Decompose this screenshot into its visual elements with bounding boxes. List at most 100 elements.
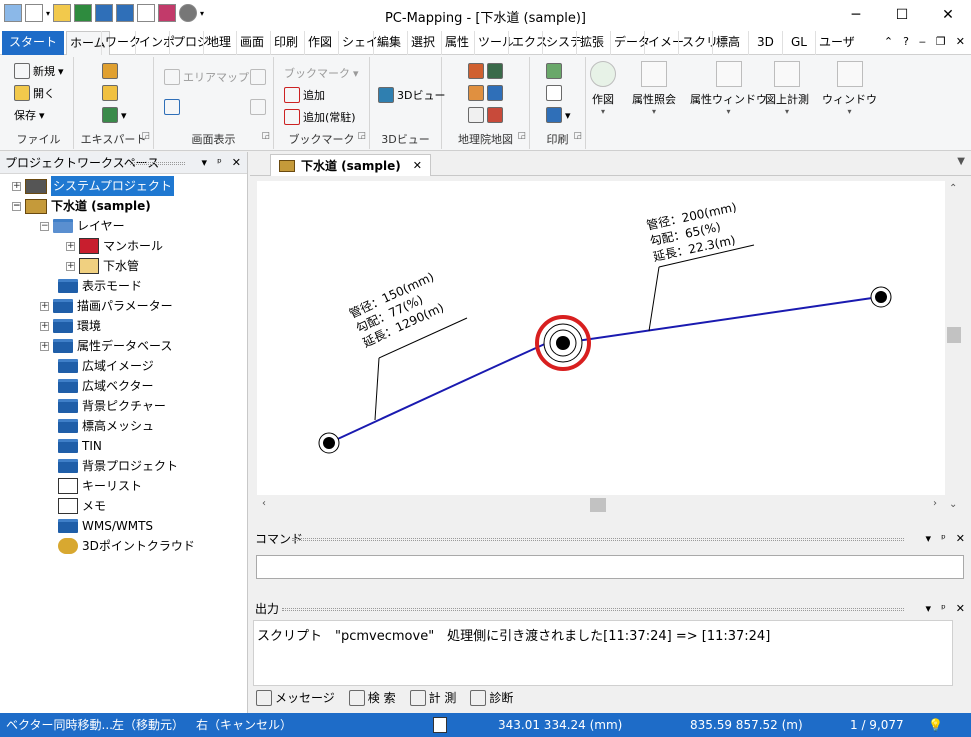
tree-node-keylist[interactable]: キーリスト xyxy=(58,476,142,496)
print-button[interactable]: ▾ xyxy=(546,107,571,123)
tree-node-memo[interactable]: メモ xyxy=(58,496,106,516)
close-icon[interactable]: ✕ xyxy=(956,528,965,550)
tab-3d[interactable]: 3D xyxy=(748,31,782,55)
gsi-map-3[interactable] xyxy=(468,107,503,123)
tree-node-pointcloud[interactable]: 3Dポイントクラウド xyxy=(58,536,195,556)
dialog-launcher-icon[interactable]: ◲ xyxy=(261,131,270,141)
dropdown-arrow-icon[interactable]: ▾ xyxy=(202,152,208,174)
new-button[interactable]: 新規 ▾ xyxy=(14,63,64,79)
dialog-launcher-icon[interactable]: ◲ xyxy=(573,131,582,141)
command-input[interactable] xyxy=(256,555,964,579)
pin-icon[interactable]: ᵖ xyxy=(217,152,222,174)
areamap-button[interactable]: エリアマップ xyxy=(164,69,249,85)
tab-elevation[interactable]: 標高 xyxy=(712,31,743,55)
measure-button[interactable]: 図上計測 ▾ xyxy=(765,61,809,116)
tab-draw[interactable]: 作図 xyxy=(304,31,335,55)
attribute-window-button[interactable]: 属性ウィンドウ ▾ xyxy=(690,61,767,116)
scroll-right-icon[interactable]: › xyxy=(933,498,937,509)
scroll-thumb[interactable] xyxy=(947,327,961,343)
tree-node-project[interactable]: − 下水道 (sample) xyxy=(12,196,151,216)
dialog-launcher-icon[interactable]: ◲ xyxy=(517,131,526,141)
display-option-1[interactable] xyxy=(250,69,266,85)
tree-node-pipe[interactable]: + 下水管 xyxy=(66,256,139,276)
window-button[interactable]: ウィンドウ ▾ xyxy=(822,61,877,116)
bookmark-add-fixed-button[interactable]: 追加(常駐) xyxy=(284,109,356,125)
gsi-map-2[interactable] xyxy=(468,85,503,101)
grip[interactable] xyxy=(130,162,185,165)
mdi-restore-icon[interactable]: ❐ xyxy=(936,35,946,48)
tree-node-folder[interactable]: 広域イメージ xyxy=(58,356,154,376)
tab-user[interactable]: ユーザ xyxy=(815,31,858,55)
save-button[interactable]: 保存 ▾ xyxy=(14,107,45,123)
tree-node-folder[interactable]: 標高メッシュ xyxy=(58,416,154,436)
tab-select[interactable]: 選択 xyxy=(407,31,438,55)
scroll-down-icon[interactable]: ⌄ xyxy=(949,499,957,510)
tree-node-folder[interactable]: + 属性データベース xyxy=(40,336,172,356)
tree-node-layers[interactable]: − レイヤー xyxy=(40,216,125,236)
tab-print[interactable]: 印刷 xyxy=(270,31,301,55)
tab-geo[interactable]: 地理 xyxy=(203,31,234,55)
close-icon[interactable]: ✕ xyxy=(232,152,241,174)
tree-node-folder[interactable]: WMS/WMTS xyxy=(58,516,153,536)
expand-icon[interactable]: + xyxy=(66,261,75,271)
print-preview-button[interactable] xyxy=(546,63,562,79)
dropdown-arrow-icon[interactable]: ▾ xyxy=(926,528,932,550)
expert-layer-button[interactable] xyxy=(102,63,118,79)
draw-button[interactable]: 作図 ▾ xyxy=(590,61,616,116)
tab-gl[interactable]: GL xyxy=(782,31,815,55)
grip[interactable] xyxy=(292,538,904,541)
lightbulb-icon[interactable]: 💡 xyxy=(928,713,943,737)
document-tab[interactable]: 下水道 (sample) ✕ xyxy=(270,154,431,176)
3dview-button[interactable]: 3Dビュー xyxy=(378,87,445,103)
tab-edit[interactable]: 編集 xyxy=(373,31,404,55)
mdi-close-icon[interactable]: ✕ xyxy=(956,35,965,48)
dropdown-arrow-icon[interactable]: ▾ xyxy=(926,598,932,620)
expand-icon[interactable]: + xyxy=(40,321,49,331)
gsi-map-1[interactable] xyxy=(468,63,503,79)
collapse-icon[interactable]: − xyxy=(40,221,49,231)
scroll-thumb[interactable] xyxy=(590,498,606,512)
grip[interactable] xyxy=(282,608,904,611)
tab-start[interactable]: スタート xyxy=(2,31,64,55)
tab-diagnosis[interactable]: 診断 xyxy=(470,689,513,706)
print-search-button[interactable] xyxy=(546,85,562,101)
tree-node-folder[interactable]: 表示モード xyxy=(58,276,142,296)
tab-extend[interactable]: 拡張 xyxy=(576,31,607,55)
tab-attribute[interactable]: 属性 xyxy=(441,31,472,55)
expand-icon[interactable]: + xyxy=(40,341,49,351)
tree-node-manhole[interactable]: + マンホール xyxy=(66,236,163,256)
output-scrollbar[interactable] xyxy=(954,620,971,686)
manhole-point-selected[interactable] xyxy=(535,315,591,371)
display-option-2[interactable] xyxy=(250,99,266,115)
bookmark-dropdown[interactable]: ブックマーク ▾ xyxy=(284,65,359,81)
scroll-up-icon[interactable]: ⌃ xyxy=(949,183,957,194)
dialog-launcher-icon[interactable]: ◲ xyxy=(141,131,150,141)
tab-screen[interactable]: 画面 xyxy=(236,31,267,55)
bookmark-add-button[interactable]: 追加 xyxy=(284,87,325,103)
minimize-button[interactable]: ─ xyxy=(833,0,879,31)
tree-node-folder[interactable]: + 描画パラメーター xyxy=(40,296,173,316)
expand-icon[interactable]: + xyxy=(40,301,49,311)
vertical-scrollbar[interactable]: ⌃ ⌄ xyxy=(945,181,963,515)
close-icon[interactable]: ✕ xyxy=(956,598,965,620)
maximize-button[interactable]: ☐ xyxy=(879,0,925,31)
manhole-point-end[interactable] xyxy=(870,286,892,308)
collapse-ribbon-icon[interactable]: ⌃ xyxy=(884,35,893,48)
tab-list-icon[interactable]: ▼ xyxy=(957,156,965,167)
close-tab-icon[interactable]: ✕ xyxy=(413,156,422,176)
tree-node-folder[interactable]: + 環境 xyxy=(40,316,101,336)
expert-stack-button[interactable] xyxy=(102,85,118,101)
tree-node-system-project[interactable]: + システムプロジェクト xyxy=(12,176,174,196)
expand-icon[interactable]: + xyxy=(66,241,75,251)
scroll-left-icon[interactable]: ‹ xyxy=(262,498,266,509)
tree-node-folder[interactable]: 広域ベクター xyxy=(58,376,154,396)
tab-search[interactable]: 検 索 xyxy=(348,689,396,706)
attribute-query-button[interactable]: 属性照会 ▾ xyxy=(632,61,676,116)
tab-message[interactable]: メッセージ xyxy=(256,689,335,706)
tree-node-folder[interactable]: TIN xyxy=(58,436,102,456)
tab-measure[interactable]: 計 測 xyxy=(409,689,456,706)
expert-image-button[interactable]: ▾ xyxy=(102,107,127,123)
pin-icon[interactable]: ᵖ xyxy=(941,528,946,550)
pin-icon[interactable]: ᵖ xyxy=(941,598,946,620)
map-canvas[interactable]: 管径：150(mm) 勾配：77(%) 延長：1290(m) 管径：200(mm… xyxy=(257,181,945,495)
